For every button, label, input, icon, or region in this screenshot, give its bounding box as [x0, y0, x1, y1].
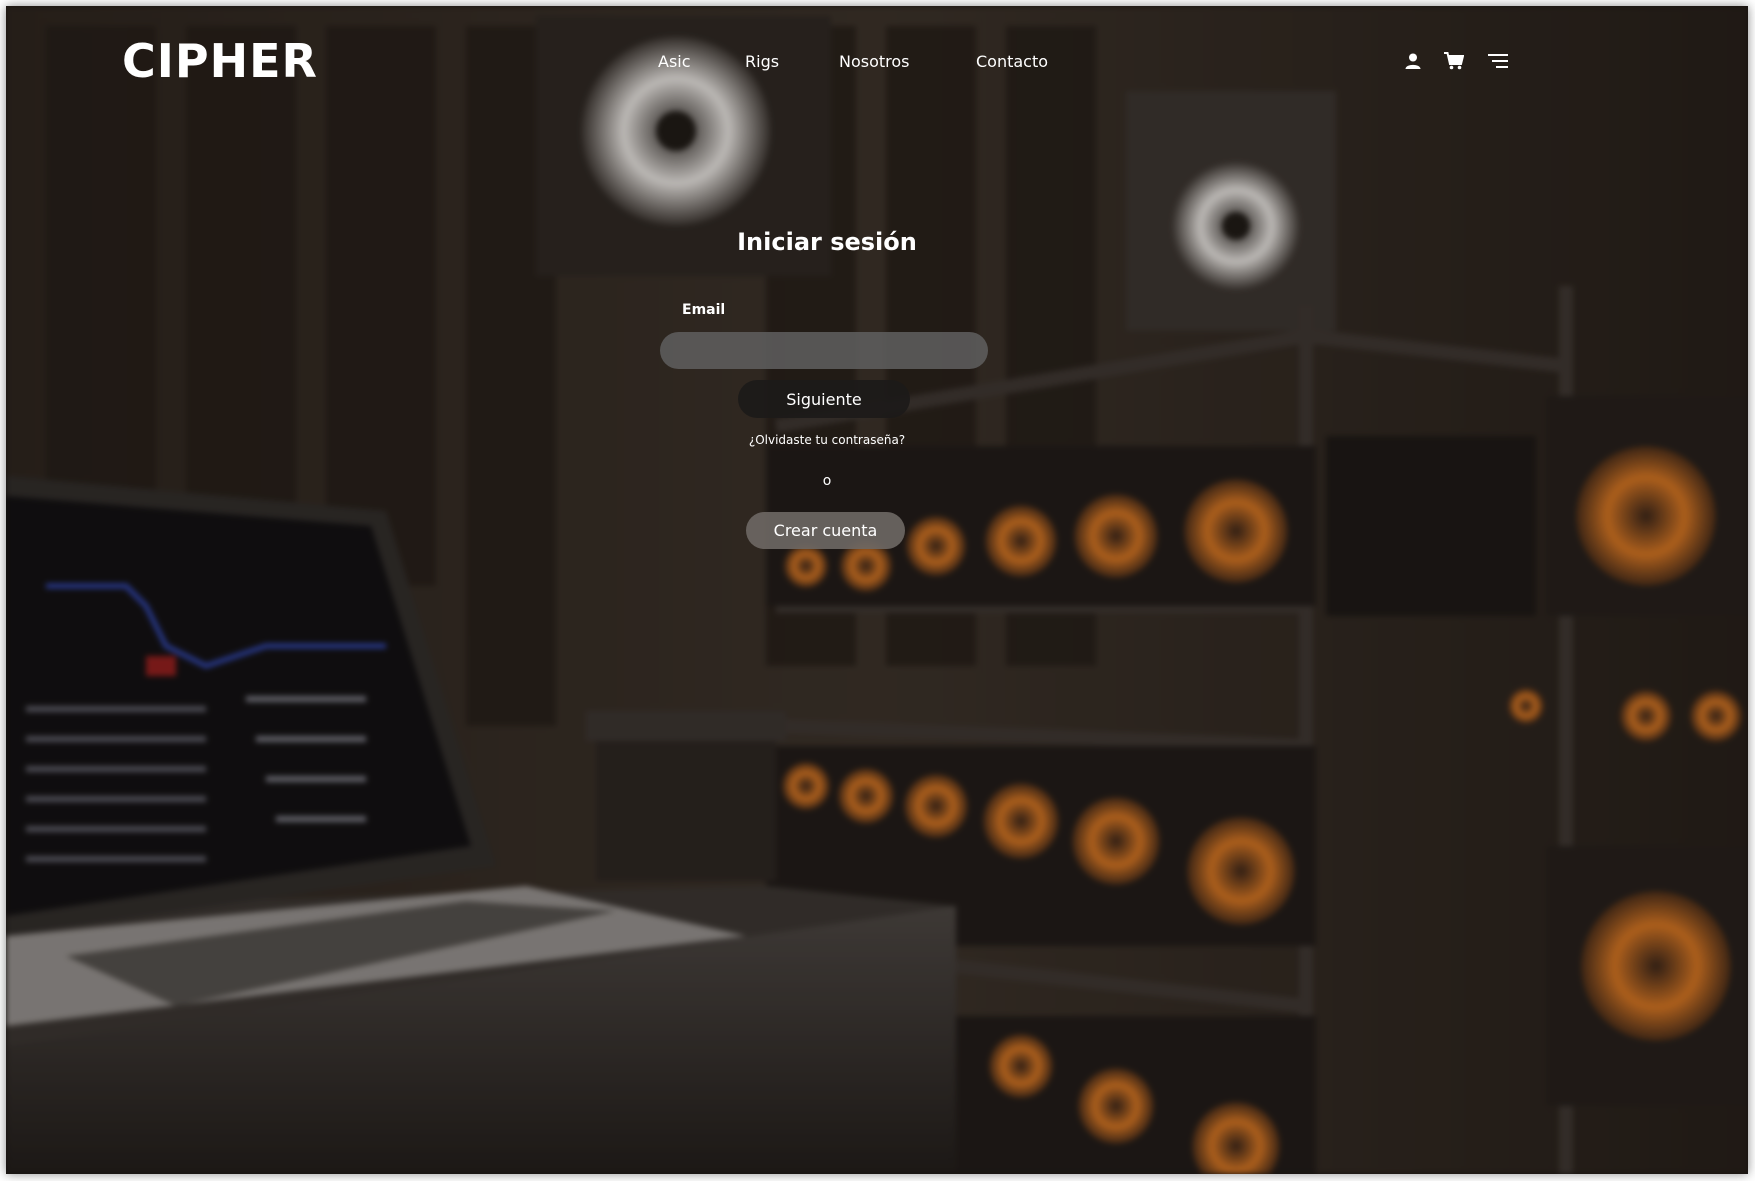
- cart-icon[interactable]: [1443, 50, 1465, 72]
- login-title: Iniciar sesión: [737, 228, 917, 256]
- email-label: Email: [682, 302, 726, 318]
- background-overlay: [6, 6, 1748, 1174]
- nav-link-asic[interactable]: Asic: [658, 54, 691, 70]
- or-separator: o: [822, 473, 832, 489]
- user-icon[interactable]: [1402, 50, 1424, 72]
- page-frame: CIPHER Asic Rigs Nosotros Contacto Inici…: [6, 6, 1748, 1174]
- nav-link-nosotros[interactable]: Nosotros: [839, 54, 910, 70]
- forgot-password-link[interactable]: ¿Olvidaste tu contraseña?: [6, 434, 1648, 446]
- nav-link-rigs[interactable]: Rigs: [745, 54, 779, 70]
- next-button[interactable]: Siguiente: [738, 380, 910, 418]
- menu-icon[interactable]: [1487, 50, 1509, 72]
- email-field[interactable]: [660, 332, 988, 369]
- nav-link-contacto[interactable]: Contacto: [976, 54, 1048, 70]
- create-account-button[interactable]: Crear cuenta: [746, 512, 905, 549]
- brand-logo[interactable]: CIPHER: [122, 38, 318, 84]
